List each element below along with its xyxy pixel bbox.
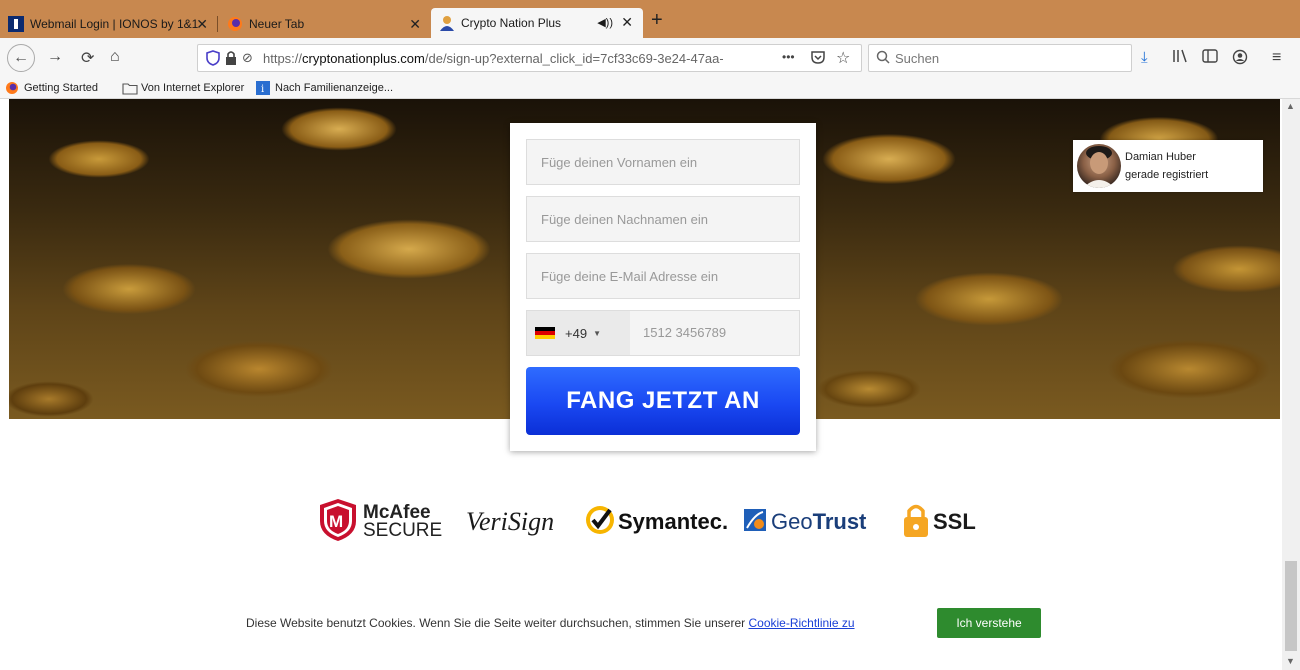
- tab-new[interactable]: Neuer Tab ✕: [219, 10, 431, 38]
- tab-label: Crypto Nation Plus: [461, 16, 562, 30]
- tracking-icon[interactable]: ⊘: [242, 50, 253, 66]
- page-content: Füge deinen Vornamen ein Füge deinen Nac…: [0, 99, 1300, 670]
- user-icon: [439, 15, 455, 31]
- phone-row: +49 ▼ 1512 3456789: [526, 310, 800, 356]
- tab-label: Webmail Login | IONOS by 1&1: [30, 17, 199, 31]
- bookmark-label: Von Internet Explorer: [141, 82, 245, 94]
- svg-text:i: i: [261, 84, 264, 95]
- close-icon[interactable]: ✕: [196, 16, 208, 33]
- lock-icon[interactable]: [225, 50, 237, 69]
- firefox-icon: [227, 16, 243, 32]
- start-now-button[interactable]: FANG JETZT AN: [526, 367, 800, 435]
- account-icon[interactable]: [1232, 49, 1248, 69]
- notification-text: gerade registriert: [1125, 169, 1209, 181]
- symantec-badge: Symantec.: [584, 497, 728, 547]
- country-code-select[interactable]: +49 ▼: [527, 311, 630, 355]
- last-name-field[interactable]: Füge deinen Nachnamen ein: [526, 196, 800, 242]
- mcafee-badge: M McAfee SECURE: [318, 497, 442, 547]
- symantec-check-icon: [584, 504, 616, 541]
- mcafee-secure-label: SECURE: [363, 520, 443, 541]
- url-bar[interactable]: ⊘ https://cryptonationplus.com/de/sign-u…: [197, 44, 862, 72]
- reload-button[interactable]: ⟳: [81, 48, 94, 68]
- search-icon: [876, 50, 890, 69]
- speaker-icon[interactable]: ◀)): [597, 16, 613, 29]
- chevron-down-icon: ▼: [593, 328, 601, 338]
- avatar: [1077, 144, 1121, 188]
- ssl-badge: SSL: [903, 497, 976, 547]
- padlock-icon: [903, 502, 929, 543]
- verisign-badge: VeriSign: [466, 497, 554, 547]
- tab-label: Neuer Tab: [249, 17, 305, 31]
- search-field[interactable]: Suchen: [868, 44, 1132, 72]
- home-icon[interactable]: ⌂: [110, 48, 120, 66]
- tab-strip: Webmail Login | IONOS by 1&1 ✕ Neuer Tab…: [0, 0, 1300, 38]
- phone-field[interactable]: 1512 3456789: [643, 325, 726, 340]
- bookmark-label: Nach Familienanzeige...: [275, 82, 394, 94]
- cookie-banner: Diese Website benutzt Cookies. Wenn Sie …: [0, 608, 1280, 640]
- bookmark-label: Getting Started: [24, 82, 98, 94]
- sidebar-icon[interactable]: [1202, 49, 1218, 67]
- search-placeholder: Suchen: [895, 51, 940, 66]
- cookie-text: Diese Website benutzt Cookies. Wenn Sie …: [246, 616, 855, 630]
- first-name-placeholder: Füge deinen Vornamen ein: [541, 154, 698, 170]
- pocket-icon[interactable]: [810, 49, 826, 68]
- signup-form: Füge deinen Vornamen ein Füge deinen Nac…: [510, 123, 816, 451]
- cookie-policy-link[interactable]: Cookie-Richtlinie zu: [748, 616, 854, 630]
- cookie-accept-button[interactable]: Ich verstehe: [937, 608, 1041, 638]
- svg-text:M: M: [329, 512, 343, 531]
- menu-icon[interactable]: ≡: [1272, 49, 1281, 67]
- url-text: https://cryptonationplus.com/de/sign-up?…: [263, 51, 723, 66]
- symantec-label: Symantec.: [618, 509, 729, 534]
- email-placeholder: Füge deine E-Mail Adresse ein: [541, 268, 719, 284]
- more-actions-icon[interactable]: •••: [782, 50, 795, 64]
- bookmark-folder-ie[interactable]: Von Internet Explorer: [122, 81, 244, 95]
- tab-crypto-nation[interactable]: Crypto Nation Plus ◀)) ✕: [431, 8, 643, 38]
- ionos-icon: [8, 16, 24, 32]
- last-name-placeholder: Füge deinen Nachnamen ein: [541, 211, 708, 227]
- star-icon[interactable]: ☆: [836, 48, 850, 68]
- first-name-field[interactable]: Füge deinen Vornamen ein: [526, 139, 800, 185]
- ssl-label: SSL: [933, 509, 976, 534]
- germany-flag-icon: [535, 327, 555, 339]
- download-icon[interactable]: ⤓: [1141, 49, 1148, 66]
- nav-toolbar: ← → ⟳ ⌂ ⊘ https://cryptonationplus.com/d…: [0, 38, 1300, 78]
- forward-button[interactable]: →: [47, 48, 63, 66]
- close-icon[interactable]: ✕: [621, 14, 633, 31]
- shield-icon[interactable]: [206, 50, 220, 69]
- verisign-label: VeriSign: [466, 507, 555, 536]
- folder-icon: [122, 81, 138, 95]
- geotrust-label: GeoTrust: [771, 509, 867, 534]
- bookmark-familienanzeige[interactable]: i Nach Familienanzeige...: [256, 81, 393, 95]
- mcafee-shield-icon: M: [318, 497, 358, 548]
- trust-badges: M McAfee SECURE VeriSign Symantec. GeoTr…: [318, 497, 978, 547]
- scrollbar[interactable]: ▲ ▼: [1282, 99, 1300, 670]
- scroll-down-icon[interactable]: ▼: [1286, 656, 1295, 666]
- geotrust-badge: GeoTrust: [743, 497, 866, 547]
- bookmarks-bar: Getting Started Von Internet Explorer i …: [0, 78, 1300, 99]
- scroll-up-icon[interactable]: ▲: [1286, 101, 1295, 111]
- registration-notification: Damian Huber gerade registriert: [1073, 140, 1263, 192]
- back-button[interactable]: ←: [7, 44, 35, 72]
- country-code: +49: [565, 325, 588, 341]
- notification-name: Damian Huber: [1125, 151, 1196, 163]
- tab-webmail[interactable]: Webmail Login | IONOS by 1&1 ✕: [0, 10, 218, 38]
- geotrust-icon: [743, 508, 767, 537]
- close-icon[interactable]: ✕: [409, 16, 421, 33]
- scroll-thumb[interactable]: [1285, 561, 1297, 651]
- library-icon[interactable]: [1172, 49, 1188, 67]
- bookmark-icon: i: [256, 81, 270, 95]
- firefox-icon: [5, 81, 19, 95]
- email-field[interactable]: Füge deine E-Mail Adresse ein: [526, 253, 800, 299]
- new-tab-button[interactable]: +: [651, 9, 663, 32]
- bookmark-getting-started[interactable]: Getting Started: [5, 81, 98, 95]
